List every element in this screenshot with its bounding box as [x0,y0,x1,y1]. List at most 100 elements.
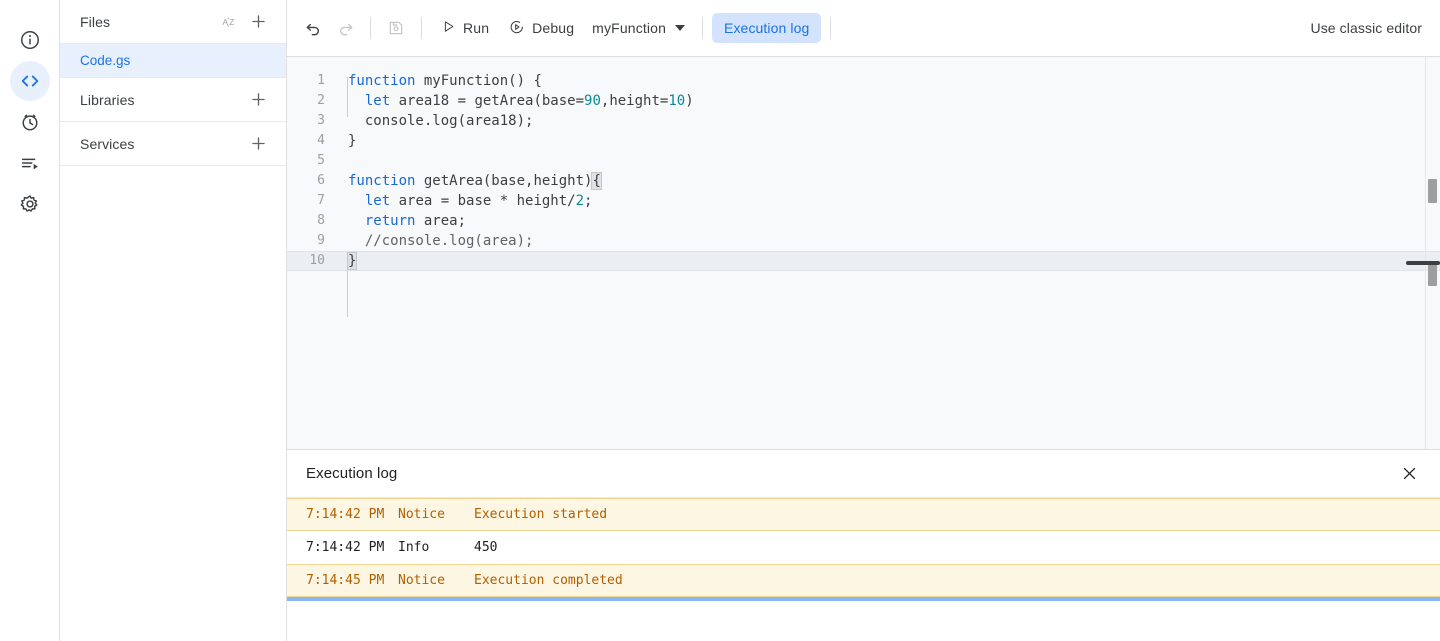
log-row: 7:14:42 PM Info 450 [287,531,1440,564]
redo-button[interactable] [329,12,361,44]
code-line: 4 } [287,131,1440,151]
execution-log-header: Execution log [287,450,1440,498]
file-item-code-gs[interactable]: Code.gs [60,44,286,78]
add-file-button[interactable] [244,8,272,36]
code-line: 6 function getArea(base,height){ [287,171,1440,191]
use-classic-editor-label: Use classic editor [1310,20,1422,36]
sidebar-empty-space [60,166,286,641]
line-content: let area18 = getArea(base=90,height=10) [325,91,1440,111]
log-time: 7:14:42 PM [306,507,398,522]
line-content [325,151,1440,171]
line-number: 3 [287,111,325,131]
files-sidebar: Files A Z Code.gs Libraries [60,0,287,641]
code-line: 5 [287,151,1440,171]
log-message: Execution started [474,507,1440,522]
line-content: let area = base * height/2; [325,191,1440,211]
scrollbar-thumb-secondary[interactable] [1428,264,1437,286]
log-row: 7:14:42 PM Notice Execution started [287,498,1440,531]
files-title: Files [80,14,216,30]
execution-log-title: Execution log [306,465,1394,482]
toolbar-divider-2 [421,17,422,39]
debug-label: Debug [532,20,574,36]
add-library-button[interactable] [244,86,272,114]
log-severity: Notice [398,573,474,588]
toolbar-divider-4 [830,17,831,39]
log-time: 7:14:42 PM [306,540,398,555]
function-select-value: myFunction [592,20,666,36]
toolbar-divider-3 [702,17,703,39]
line-number: 2 [287,91,325,111]
run-button[interactable]: Run [431,12,499,44]
line-number: 8 [287,211,325,231]
code-editor[interactable]: 1 function myFunction() { 2 let area18 =… [287,57,1440,450]
log-time: 7:14:45 PM [306,573,398,588]
editor-toolbar: Run Debug myFunction Execution log [287,0,1440,57]
scrollbar-thumb[interactable] [1428,179,1437,203]
code-line: 3 console.log(area18); [287,111,1440,131]
line-content: } [325,251,1440,271]
rail-item-editor[interactable] [10,61,50,101]
chevron-down-icon [675,25,685,31]
editor-horizontal-scrollbar[interactable] [1406,261,1440,265]
code-lines: 1 function myFunction() { 2 let area18 =… [287,57,1440,449]
code-line: 8 return area; [287,211,1440,231]
line-number: 4 [287,131,325,151]
rail-item-executions[interactable] [10,143,50,183]
log-message: Execution completed [474,573,1440,588]
line-number: 5 [287,151,325,171]
line-content: console.log(area18); [325,111,1440,131]
main-column: Run Debug myFunction Execution log [287,0,1440,641]
code-line-active: 10 } [287,251,1440,271]
line-content: return area; [325,211,1440,231]
sort-alpha-icon[interactable]: A Z [216,8,244,36]
code-line: 1 function myFunction() { [287,71,1440,91]
editor-vertical-scrollbar[interactable] [1425,57,1440,449]
execution-log-empty-space [287,601,1440,641]
code-line: 2 let area18 = getArea(base=90,height=10… [287,91,1440,111]
debug-button[interactable]: Debug [499,12,584,44]
services-title: Services [80,136,244,152]
line-number: 7 [287,191,325,211]
use-classic-editor-link[interactable]: Use classic editor [1310,20,1422,36]
function-select[interactable]: myFunction [584,12,693,44]
file-label: Code.gs [80,53,130,68]
rail-item-triggers[interactable] [10,102,50,142]
log-row: 7:14:45 PM Notice Execution completed [287,564,1440,597]
line-content: } [325,131,1440,151]
code-line: 9 //console.log(area); [287,231,1440,251]
debug-icon [509,19,525,38]
executions-icon [19,152,41,174]
code-icon [19,70,41,92]
run-label: Run [463,20,489,36]
line-content: //console.log(area); [325,231,1440,251]
services-section-header[interactable]: Services [60,122,286,166]
close-icon[interactable] [1394,459,1424,489]
alarm-clock-icon [19,111,41,133]
rail-item-project-settings[interactable] [10,184,50,224]
files-section-header: Files A Z [60,0,286,44]
rail-item-project-overview[interactable] [10,20,50,60]
log-severity: Info [398,540,474,555]
gear-icon [19,193,41,215]
save-button[interactable] [380,12,412,44]
log-severity: Notice [398,507,474,522]
play-icon [441,19,456,37]
toolbar-divider [370,17,371,39]
execution-log-rows: 7:14:42 PM Notice Execution started 7:14… [287,498,1440,597]
line-number: 9 [287,231,325,251]
undo-button[interactable] [297,12,329,44]
line-number: 1 [287,71,325,91]
line-number: 6 [287,171,325,191]
execution-log-panel: Execution log 7:14:42 PM Notice Executio… [287,450,1440,641]
left-icon-rail [0,0,60,641]
line-content: function getArea(base,height){ [325,171,1440,191]
execution-log-button[interactable]: Execution log [712,13,821,43]
code-line: 7 let area = base * height/2; [287,191,1440,211]
svg-text:Z: Z [229,18,234,27]
line-number: 10 [287,251,325,271]
libraries-section-header[interactable]: Libraries [60,78,286,122]
add-service-button[interactable] [244,130,272,158]
log-message: 450 [474,540,1440,555]
apps-script-editor: Files A Z Code.gs Libraries [0,0,1440,641]
libraries-title: Libraries [80,92,244,108]
